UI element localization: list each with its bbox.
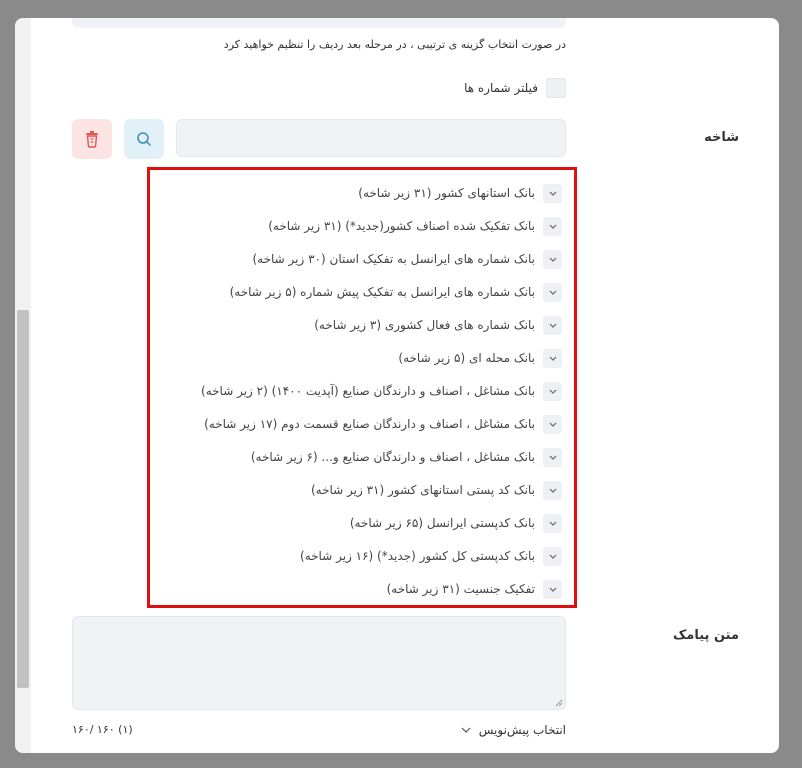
tree-item-label: بانک مشاغل ، اصناف و دارندگان صنایع (آپد… <box>201 384 535 398</box>
tree-item[interactable]: تفکیک جنسیت (۳۱ زیر شاخه) <box>387 578 562 600</box>
filter-numbers-checkbox[interactable] <box>546 78 566 98</box>
tree-item[interactable]: بانک شماره های ایرانسل به تفکیک استان (۳… <box>252 248 562 270</box>
chevron-down-icon[interactable] <box>543 480 562 500</box>
scrollbar-track[interactable] <box>15 18 31 753</box>
tree-item-label: تفکیک جنسیت (۳۱ زیر شاخه) <box>386 582 535 596</box>
chevron-down-icon[interactable] <box>543 183 562 203</box>
ordering-hint-text: در صورت انتخاب گزینه ی ترتیبی ، در مرحله… <box>223 38 566 51</box>
trash-icon <box>86 131 98 148</box>
tree-item[interactable]: بانک مشاغل ، اصناف و دارندگان صنایع قسمت… <box>204 413 562 435</box>
tree-item[interactable]: بانک تفکیک شده اصناف کشور(جدید*) (۳۱ زیر… <box>268 215 562 237</box>
chevron-down-icon[interactable] <box>543 282 562 302</box>
branch-tree-highlight: بانک استانهای کشور (۳۱ زیر شاخه) بانک تف… <box>147 167 577 608</box>
resize-handle-icon[interactable] <box>555 699 563 707</box>
tree-item-label: بانک تفکیک شده اصناف کشور(جدید*) (۳۱ زیر… <box>268 219 535 233</box>
tree-item[interactable]: بانک کد پستی استانهای کشور (۳۱ زیر شاخه) <box>311 479 562 501</box>
scrollbar-thumb[interactable] <box>17 310 29 688</box>
tree-item[interactable]: بانک مشاغل ، اصناف و دارندگان صنایع و...… <box>251 446 562 468</box>
draft-select-label: انتخاب پیش‌نویس <box>478 723 566 737</box>
chevron-down-icon[interactable] <box>543 348 562 368</box>
tree-item[interactable]: بانک کدپستی ایرانسل (۶۵ زیر شاخه) <box>350 512 562 534</box>
tree-item[interactable]: بانک شماره های فعال کشوری (۳ زیر شاخه) <box>314 314 562 336</box>
search-button[interactable] <box>124 119 164 159</box>
chevron-down-icon <box>461 727 471 733</box>
chevron-down-icon[interactable] <box>543 579 562 599</box>
chevron-down-icon[interactable] <box>543 414 562 434</box>
tree-item-label: بانک استانهای کشور (۳۱ زیر شاخه) <box>358 186 535 200</box>
tree-item-label: بانک مشاغل ، اصناف و دارندگان صنایع قسمت… <box>204 417 535 431</box>
modal-dialog: در صورت انتخاب گزینه ی ترتیبی ، در مرحله… <box>15 18 779 753</box>
tree-item-label: بانک کدپستی ایرانسل (۶۵ زیر شاخه) <box>349 516 535 530</box>
tree-item-label: بانک مشاغل ، اصناف و دارندگان صنایع و...… <box>250 450 535 464</box>
tree-item[interactable]: بانک استانهای کشور (۳۱ زیر شاخه) <box>358 182 562 204</box>
tree-item-label: بانک کدپستی کل کشور (جدید*) (۱۶ زیر شاخه… <box>300 549 535 563</box>
chevron-down-icon[interactable] <box>543 216 562 236</box>
chevron-down-icon[interactable] <box>543 447 562 467</box>
tree-item[interactable]: بانک محله ای (۵ زیر شاخه) <box>398 347 562 369</box>
chevron-down-icon[interactable] <box>543 315 562 335</box>
tree-item-label: بانک شماره های ایرانسل به تفکیک پیش شمار… <box>229 285 535 299</box>
branch-label: شاخه <box>704 130 739 145</box>
sms-text-label: متن پیامک <box>672 628 739 643</box>
tree-item-label: بانک محله ای (۵ زیر شاخه) <box>398 351 535 365</box>
top-input-field[interactable] <box>72 18 566 28</box>
filter-numbers-row[interactable]: فیلتر شماره ها <box>464 78 566 98</box>
tree-item-label: بانک شماره های ایرانسل به تفکیک استان (۳… <box>252 252 535 266</box>
chevron-down-icon[interactable] <box>543 381 562 401</box>
tree-item[interactable]: بانک مشاغل ، اصناف و دارندگان صنایع (آپد… <box>201 380 562 402</box>
tree-item[interactable]: بانک شماره های ایرانسل به تفکیک پیش شمار… <box>230 281 562 303</box>
search-icon <box>137 132 151 146</box>
filter-numbers-label: فیلتر شماره ها <box>464 81 538 95</box>
tree-item-label: بانک شماره های فعال کشوری (۳ زیر شاخه) <box>314 318 535 332</box>
chevron-down-icon[interactable] <box>543 249 562 269</box>
delete-button[interactable] <box>72 119 112 159</box>
branch-search-input[interactable] <box>176 119 566 157</box>
tree-item-label: بانک کد پستی استانهای کشور (۳۱ زیر شاخه) <box>310 483 535 497</box>
draft-select[interactable]: انتخاب پیش‌نویس <box>461 723 566 737</box>
chevron-down-icon[interactable] <box>543 546 562 566</box>
tree-item[interactable]: بانک کدپستی کل کشور (جدید*) (۱۶ زیر شاخه… <box>300 545 562 567</box>
chevron-down-icon[interactable] <box>543 513 562 533</box>
sms-textarea[interactable] <box>72 616 566 710</box>
character-counter: ۱۶۰/ ۱۶۰ (۱) <box>72 723 133 736</box>
